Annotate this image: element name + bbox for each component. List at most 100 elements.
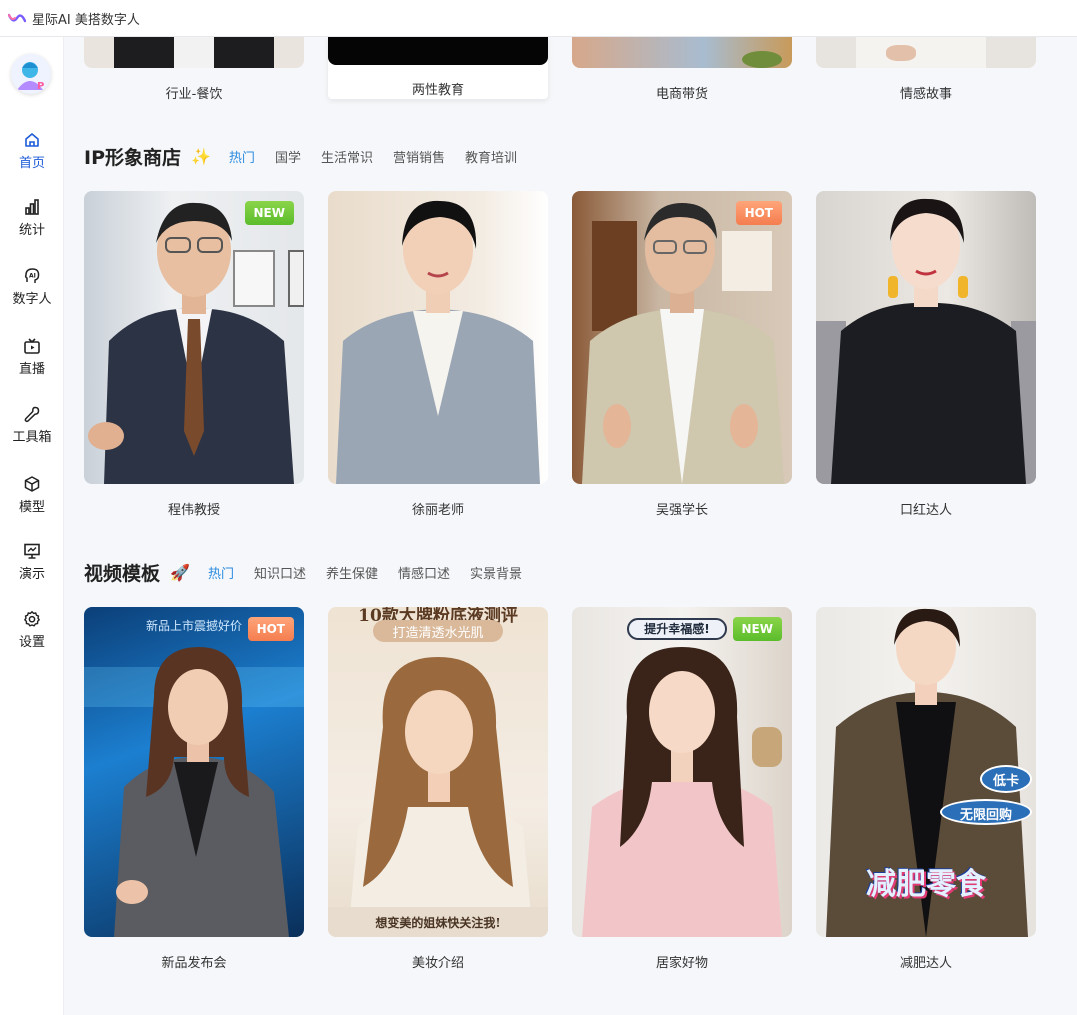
overlay-tag-lowcal: 低卡: [992, 774, 1019, 789]
card-thumbnail: [328, 191, 548, 484]
svg-text:AI: AI: [29, 273, 36, 280]
title-bar: 星际AI 美搭数字人: [0, 0, 1077, 37]
avatar-icon: P: [11, 54, 51, 94]
card-label: 吴强学长: [655, 503, 708, 518]
card-thumbnail: HOT: [572, 191, 792, 484]
user-avatar[interactable]: P: [11, 54, 51, 94]
sidebar-item-model[interactable]: 模型: [0, 475, 64, 515]
rocket-icon: 🚀: [170, 563, 190, 582]
card-label: 减肥达人: [899, 956, 952, 971]
cube-icon: [24, 476, 40, 492]
tab-hot[interactable]: 热门: [208, 563, 234, 582]
card-thumbnail: 提升幸福感! NEW: [572, 607, 792, 937]
tab-chinese-classics[interactable]: 国学: [275, 147, 301, 166]
new-badge: NEW: [732, 617, 782, 641]
template-card[interactable]: 电商带货: [572, 37, 792, 102]
overlay-tag-repurchase: 无限回购: [959, 808, 1012, 823]
ip-card[interactable]: NEW 程伟教授: [84, 191, 304, 518]
sidebar-item-label: 演示: [18, 567, 45, 582]
video-template-card[interactable]: 新品上市震撼好价 HOT 新品发布会: [84, 607, 304, 971]
tab-real-scene[interactable]: 实景背景: [470, 563, 522, 582]
overlay-headline: 减肥零食: [866, 867, 986, 902]
sidebar-item-label: 统计: [18, 223, 45, 238]
template-card[interactable]: 情感故事: [816, 37, 1036, 102]
sidebar-item-label: 模型: [18, 500, 45, 515]
card-thumbnail: [816, 191, 1036, 484]
tab-hot[interactable]: 热门: [229, 147, 255, 166]
app-title: 星际AI 美搭数字人: [32, 12, 140, 28]
tab-health[interactable]: 养生保健: [326, 563, 378, 582]
section-title: IP形象商店: [84, 147, 181, 169]
presenter-portrait: [348, 657, 533, 937]
card-label: 电商带货: [655, 87, 708, 102]
card-label: 行业-餐饮: [165, 87, 223, 102]
card-thumbnail: NEW: [84, 191, 304, 484]
sidebar-item-label: 直播: [18, 362, 45, 377]
sidebar-item-demo[interactable]: 演示: [0, 542, 64, 582]
card-label: 徐丽老师: [411, 503, 464, 518]
presenter-portrait: [88, 202, 304, 484]
app-logo-icon: [8, 13, 26, 23]
sidebar-item-home[interactable]: 首页: [0, 131, 64, 171]
wrench-icon: [24, 406, 40, 423]
sidebar-item-label: 设置: [18, 635, 45, 650]
tab-knowledge[interactable]: 知识口述: [254, 563, 306, 582]
card-thumbnail: [816, 37, 1036, 68]
sidebar-item-stats[interactable]: 统计: [0, 198, 64, 238]
bar-chart-icon: [25, 199, 39, 215]
card-thumbnail: [572, 37, 792, 68]
sidebar-item-label: 首页: [18, 156, 45, 171]
card-thumbnail: 10款大牌粉底液测评 打造清透水光肌 想变美的姐妹快关注我!: [328, 607, 548, 937]
video-template-card[interactable]: 提升幸福感! NEW 居家好物: [572, 607, 792, 971]
sidebar-item-toolbox[interactable]: 工具箱: [0, 405, 64, 445]
template-card[interactable]: 行业-餐饮: [84, 37, 304, 102]
sparkles-icon: ✨: [191, 147, 211, 166]
ip-store-header: IP形象商店 ✨ 热门 国学 生活常识 营销销售 教育培训: [84, 143, 537, 170]
new-badge: NEW: [244, 201, 294, 225]
main-content: 行业-餐饮 两性教育 电商带货 情感故事 IP形象商店 ✨ 热门 国学 生活常识…: [64, 37, 1077, 1015]
card-thumbnail: [328, 37, 548, 65]
hot-badge: HOT: [247, 617, 294, 641]
overlay-tagline: 打造清透水光肌: [392, 626, 484, 641]
overlay-footer: 想变美的姐妹快关注我!: [375, 916, 501, 930]
video-template-card[interactable]: 低卡 无限回购 减肥零食 减肥达人: [816, 607, 1036, 971]
presenter-portrait: [816, 198, 1036, 484]
tab-life-tips[interactable]: 生活常识: [321, 147, 373, 166]
card-label: 程伟教授: [167, 503, 220, 518]
presentation-icon: [24, 543, 40, 559]
presenter-portrait: [582, 647, 782, 937]
home-icon: [25, 133, 39, 147]
card-label: 美妆介绍: [411, 956, 464, 971]
sidebar-item-label: 数字人: [12, 292, 52, 307]
tab-marketing[interactable]: 营销销售: [393, 147, 445, 166]
tv-icon: [24, 338, 40, 354]
card-thumbnail: 低卡 无限回购 减肥零食: [816, 607, 1036, 937]
template-card[interactable]: 两性教育: [328, 37, 548, 99]
sidebar-item-digital-human[interactable]: AI 数字人: [0, 267, 64, 307]
svg-text:P: P: [37, 81, 44, 92]
card-thumbnail: [84, 37, 304, 68]
ip-card[interactable]: 徐丽老师: [328, 191, 548, 518]
card-label: 情感故事: [899, 87, 952, 102]
presenter-portrait: [114, 647, 289, 937]
ip-card[interactable]: HOT 吴强学长: [572, 191, 792, 518]
card-label: 居家好物: [655, 956, 708, 971]
ai-head-icon: AI: [24, 268, 40, 283]
gear-icon: [24, 611, 40, 627]
sidebar-item-live[interactable]: 直播: [0, 337, 64, 377]
tab-emotion[interactable]: 情感口述: [398, 563, 450, 582]
hot-badge: HOT: [735, 201, 782, 225]
video-templates-header: 视频模板 🚀 热门 知识口述 养生保健 情感口述 实景背景: [84, 559, 542, 586]
card-label: 两性教育: [411, 83, 464, 98]
sidebar-item-settings[interactable]: 设置: [0, 610, 64, 650]
ip-card[interactable]: 口红达人: [816, 191, 1036, 518]
card-label: 口红达人: [899, 503, 952, 518]
presenter-portrait: [336, 200, 540, 484]
tab-education[interactable]: 教育培训: [465, 147, 517, 166]
presenter-portrait: [582, 203, 784, 484]
sidebar-item-label: 工具箱: [12, 430, 52, 445]
section-title: 视频模板: [84, 563, 161, 585]
video-template-card[interactable]: 10款大牌粉底液测评 打造清透水光肌 想变美的姐妹快关注我! 美妆介绍: [328, 607, 548, 971]
card-thumbnail: 新品上市震撼好价 HOT: [84, 607, 304, 937]
sidebar: P 首页 统计 AI 数字人 直播 工具箱 模型 演示 设置: [0, 37, 64, 1015]
